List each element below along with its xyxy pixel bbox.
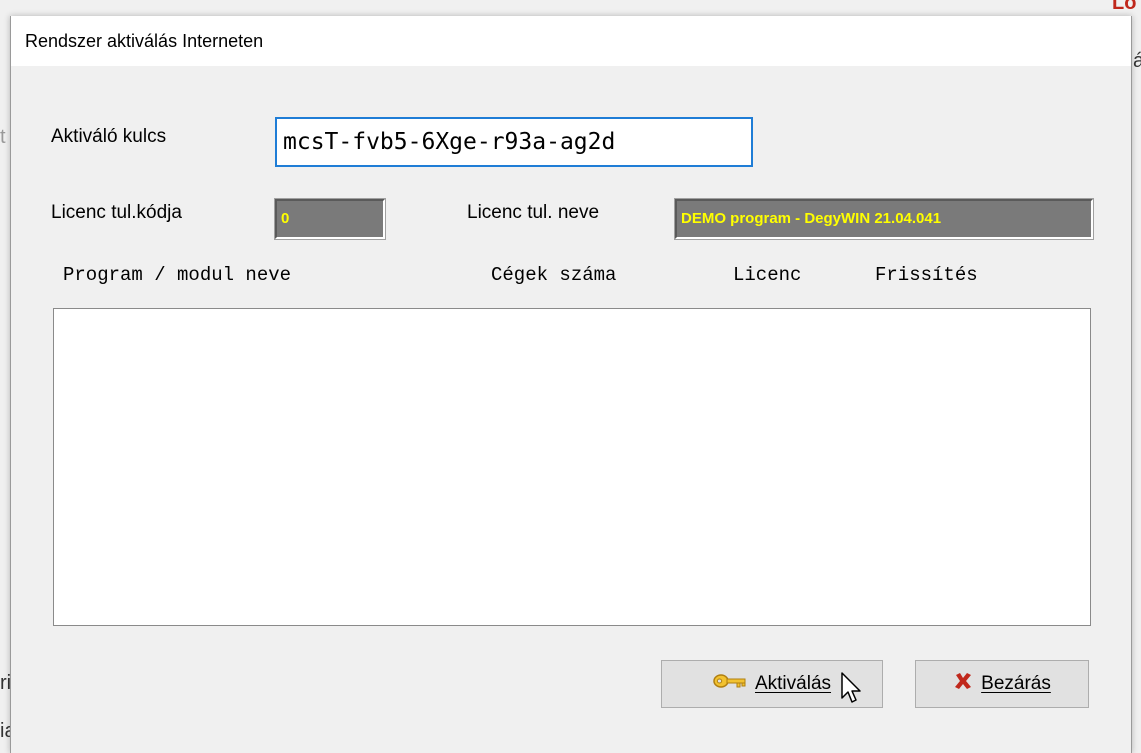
background-text-fragment: t (0, 126, 6, 148)
dialog-titlebar[interactable]: Rendszer aktiválás Interneten (11, 16, 1131, 66)
licence-code-field: 0 (274, 198, 386, 240)
activation-key-input[interactable] (275, 117, 753, 167)
licence-name-label: Licenc tul. neve (467, 202, 600, 223)
module-list[interactable] (53, 308, 1091, 626)
key-icon (713, 673, 747, 695)
column-header-licence: Licenc (733, 264, 802, 286)
background-text-fragment: á (1133, 50, 1141, 72)
licence-code-label: Licenc tul.kódja (51, 202, 182, 223)
close-button-label: Bezárás (981, 673, 1051, 694)
activation-key-label: Aktiváló kulcs (51, 126, 167, 147)
column-header-module-name: Program / modul neve (63, 264, 292, 286)
dialog-title: Rendszer aktiválás Interneten (25, 31, 264, 51)
close-button[interactable]: Bezárás (915, 660, 1089, 708)
close-x-icon (953, 671, 973, 697)
activate-button-label: Aktiválás (754, 673, 832, 694)
activation-dialog: Rendszer aktiválás Interneten Aktiváló k… (10, 16, 1132, 753)
background-text-fragment: Lö (1112, 0, 1137, 14)
column-header-company-count: Cégek száma (491, 264, 617, 286)
column-header-update: Frissítés (875, 264, 978, 286)
licence-name-field: DEMO program - DegyWIN 21.04.041 (674, 198, 1094, 240)
mouse-pointer-icon (841, 672, 863, 711)
